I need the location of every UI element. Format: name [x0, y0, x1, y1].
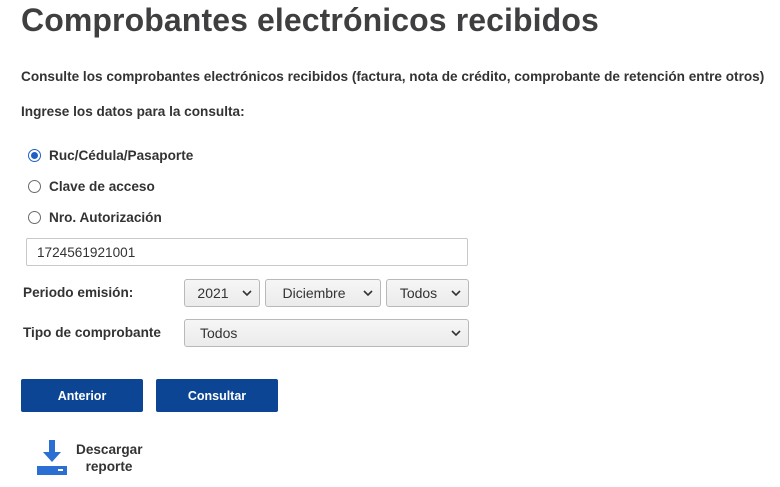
voucher-type-select[interactable]: Todos [184, 319, 469, 347]
radio-label: Clave de acceso [49, 178, 155, 194]
period-label: Periodo emisión: [23, 285, 134, 300]
page-description: Consulte los comprobantes electrónicos r… [21, 69, 765, 84]
voucher-type-select-value: Todos [200, 325, 238, 341]
year-select-value: 2021 [197, 285, 229, 301]
radio-selected-icon[interactable] [28, 148, 41, 162]
download-label-line1: Descargar [76, 442, 143, 457]
month-select[interactable]: Diciembre [265, 279, 381, 307]
day-select[interactable]: Todos [386, 279, 469, 307]
radio-nro-autorizacion[interactable]: Nro. Autorización [28, 208, 162, 226]
chevron-down-icon [451, 290, 461, 297]
download-report-link[interactable]: Descargar reporte [36, 440, 143, 476]
chevron-down-icon [451, 330, 461, 337]
id-number-input[interactable] [26, 238, 468, 266]
chevron-down-icon [242, 290, 252, 297]
radio-unselected-icon[interactable] [28, 210, 41, 224]
radio-label: Nro. Autorización [49, 209, 162, 225]
page-title: Comprobantes electrónicos recibidos [21, 2, 599, 38]
voucher-type-label: Tipo de comprobante [23, 325, 161, 340]
back-button[interactable]: Anterior [21, 379, 143, 412]
day-select-value: Todos [399, 285, 438, 301]
radio-clave-acceso[interactable]: Clave de acceso [28, 177, 155, 195]
download-report-label[interactable]: Descargar reporte [76, 441, 143, 475]
download-label-line2: reporte [85, 459, 133, 474]
download-icon [37, 440, 67, 475]
search-button[interactable]: Consultar [156, 379, 278, 412]
radio-label: Ruc/Cédula/Pasaporte [49, 147, 194, 163]
year-select[interactable]: 2021 [184, 279, 260, 307]
radio-unselected-icon[interactable] [28, 179, 41, 193]
radio-ruc-cedula-pasaporte[interactable]: Ruc/Cédula/Pasaporte [28, 146, 193, 164]
chevron-down-icon [363, 290, 373, 297]
form-prompt: Ingrese los datos para la consulta: [21, 104, 245, 119]
month-select-value: Diciembre [282, 285, 346, 301]
